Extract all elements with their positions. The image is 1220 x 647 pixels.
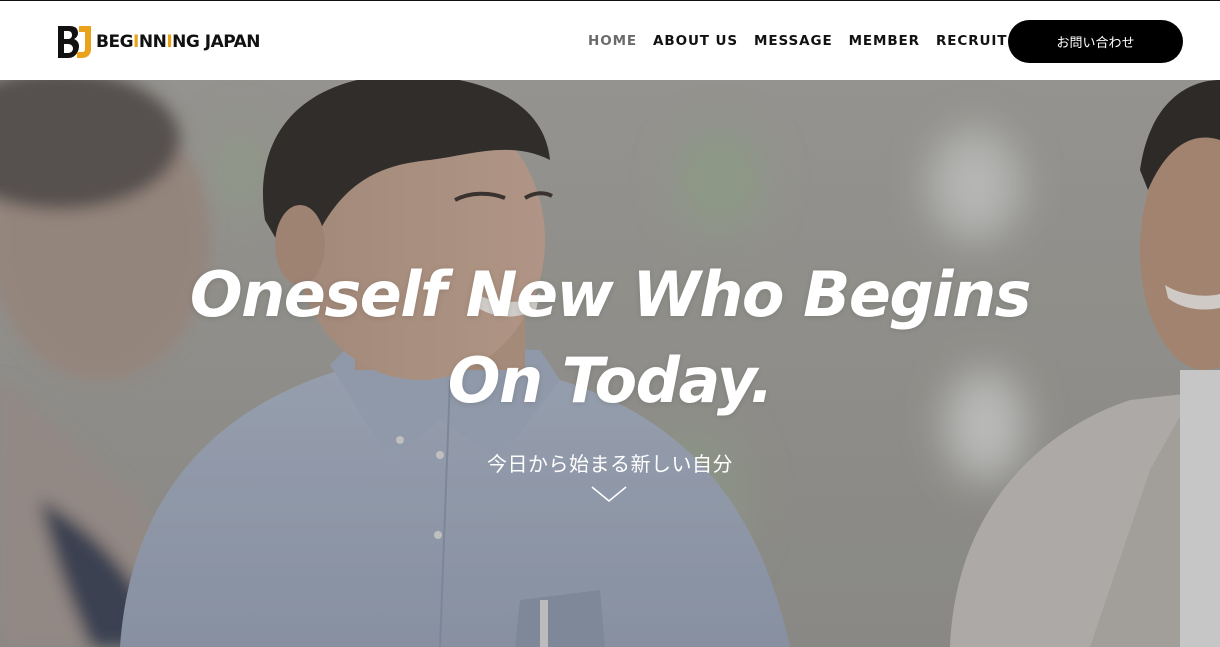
- nav-item-message[interactable]: MESSAGE: [754, 31, 833, 51]
- site-header: BEGINNING JAPAN HOME ABOUT US MESSAGE ME…: [0, 0, 1220, 80]
- nav-item-home[interactable]: HOME: [588, 31, 637, 51]
- chevron-down-icon[interactable]: [590, 484, 628, 504]
- page: BEGINNING JAPAN HOME ABOUT US MESSAGE ME…: [0, 0, 1220, 647]
- hero-title-line-1: Oneself New Who Begins: [189, 258, 1032, 331]
- main-nav: HOME ABOUT US MESSAGE MEMBER RECRUIT: [588, 31, 1023, 51]
- nav-item-member[interactable]: MEMBER: [849, 31, 920, 51]
- contact-button[interactable]: お問い合わせ: [1008, 20, 1183, 63]
- hero-title: Oneself New Who Begins On Today.: [0, 252, 1220, 424]
- hero-section: Oneself New Who Begins On Today. 今日から始まる…: [0, 80, 1220, 647]
- nav-item-about-us[interactable]: ABOUT US: [653, 31, 738, 51]
- hero-title-line-2: On Today.: [447, 344, 774, 417]
- logo-text: BEGINNING JAPAN: [96, 32, 261, 52]
- logo-mark-icon: [57, 25, 93, 59]
- nav-item-recruit[interactable]: RECRUIT: [936, 31, 1007, 51]
- hero-subtitle: 今日から始まる新しい自分: [487, 452, 733, 476]
- site-logo[interactable]: BEGINNING JAPAN: [57, 25, 261, 59]
